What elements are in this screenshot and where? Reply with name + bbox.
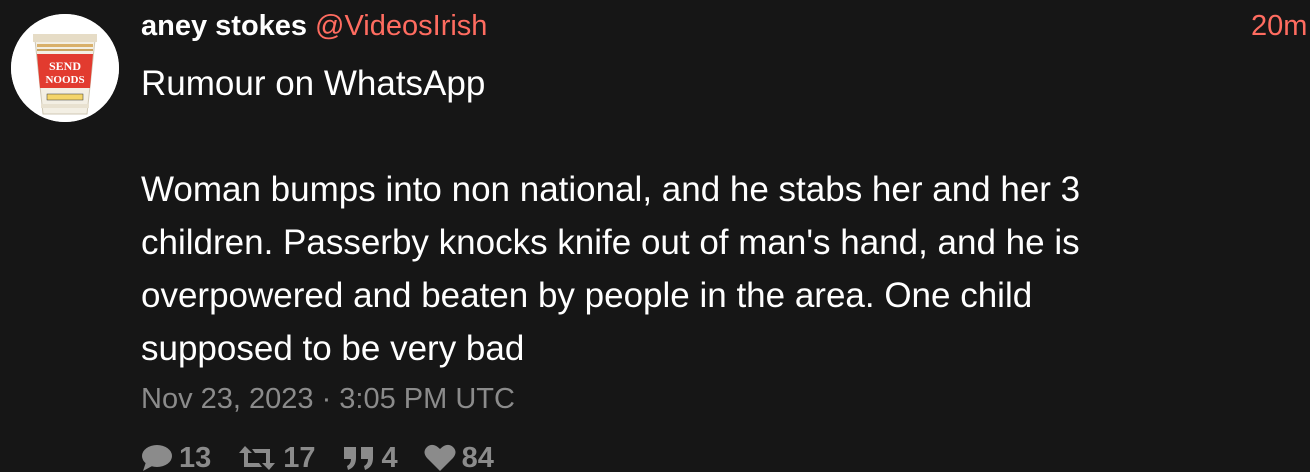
tweet-content-line: children. Passerby knocks knife out of m… (141, 223, 1080, 262)
quote-icon (342, 445, 376, 471)
like-count: 84 (461, 441, 494, 472)
tweet: SEND NOODS aney stokes @VideosIrish 20m R… (0, 0, 1310, 472)
avatar[interactable]: SEND NOODS (11, 14, 119, 122)
avatar-send-text: SEND (49, 59, 81, 73)
tweet-content: Rumour on WhatsApp Woman bumps into non … (141, 57, 1251, 375)
tweet-time-ago[interactable]: 20m (1251, 9, 1307, 43)
retweet-stat[interactable]: 17 (237, 441, 316, 472)
quote-count: 4 (381, 441, 398, 472)
comment-icon (141, 444, 173, 472)
heart-icon (424, 444, 456, 472)
retweet-icon (237, 444, 277, 472)
quote-stat[interactable]: 4 (342, 442, 398, 472)
reply-stat[interactable]: 13 (141, 442, 211, 472)
author-fullname[interactable]: aney stokes (141, 10, 307, 42)
avatar-noods-text: NOODS (45, 74, 84, 86)
tweet-stats: 13 17 4 84 (141, 438, 520, 472)
like-stat[interactable]: 84 (424, 442, 494, 472)
tweet-content-line: overpowered and beaten by people in the … (141, 276, 1033, 315)
tweet-content-line: Rumour on WhatsApp (141, 64, 486, 103)
author-line: aney stokes @VideosIrish (141, 9, 487, 43)
tweet-date[interactable]: Nov 23, 2023 · 3:05 PM UTC (141, 381, 515, 417)
tweet-content-line: supposed to be very bad (141, 329, 525, 368)
retweet-count: 17 (283, 441, 316, 472)
tweet-content-line: Woman bumps into non national, and he st… (141, 170, 1081, 209)
reply-count: 13 (179, 441, 212, 472)
author-username[interactable]: @VideosIrish (315, 10, 487, 42)
avatar-noodle-cup-icon: SEND NOODS (11, 14, 119, 122)
tweet-content-blank-line (141, 110, 1251, 163)
